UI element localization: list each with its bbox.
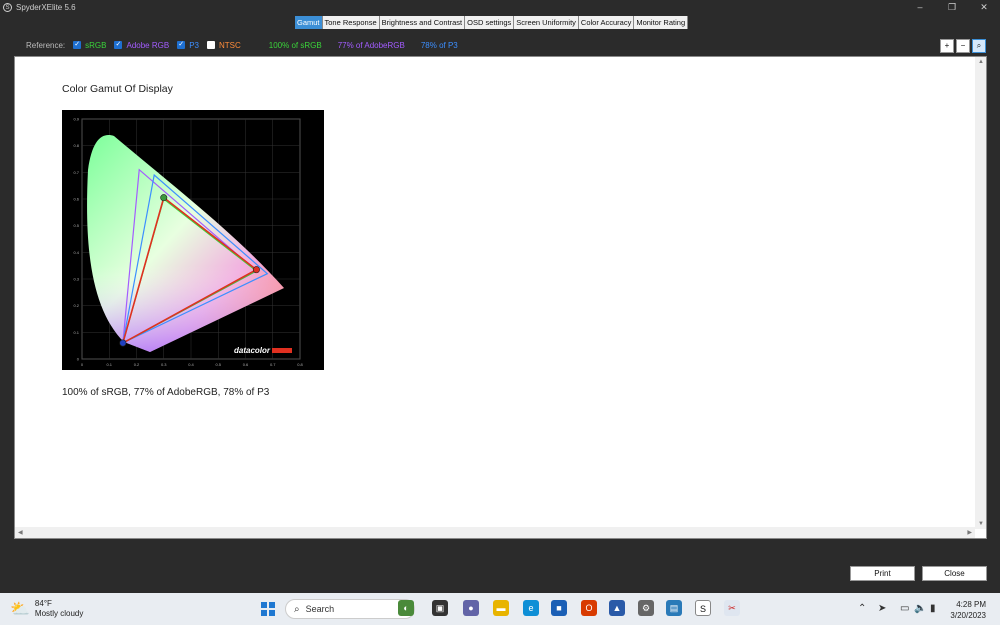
ntsc-checkbox[interactable] <box>206 41 215 49</box>
office-icon[interactable]: O <box>581 600 597 616</box>
p3-coverage: 78% of P3 <box>420 40 458 50</box>
spyder-app-icon[interactable]: S <box>695 600 711 616</box>
zoom-fit-icon[interactable]: ⌕ <box>972 39 986 53</box>
weather-text: Mostly cloudy <box>34 609 84 618</box>
y-tick-label: 0 <box>77 357 80 362</box>
title-bar: S SpyderXElite 5.6 – ❐ ✕ <box>0 0 1000 14</box>
tab-color-accuracy[interactable]: Color Accuracy <box>578 16 635 29</box>
reference-bar: Reference: ✓ sRGB ✓ Adobe RGB ✓ P3 NTSC … <box>26 38 458 52</box>
report-panel: Color Gamut Of Display 0 0.1 0.2 0.3 0.4… <box>14 56 987 539</box>
taskbar: ⛅ 84°F Mostly cloudy ⌕ Search ◐ ▣ ● ▬ e … <box>0 593 1000 625</box>
chat-icon[interactable]: ● <box>463 600 479 616</box>
x-tick-label: 0.8 <box>297 362 303 367</box>
search-icon: ⌕ <box>294 603 300 615</box>
close-button[interactable]: Close <box>922 566 987 581</box>
ntsc-label: NTSC <box>218 40 241 50</box>
settings-gear-icon[interactable]: ⚙ <box>638 600 654 616</box>
search-label: Search <box>305 604 335 614</box>
y-tick-label: 0.6 <box>73 197 79 202</box>
y-tick-label: 0.1 <box>73 330 79 335</box>
y-tick-label: 0.5 <box>73 223 79 228</box>
tab-osd-settings[interactable]: OSD settings <box>465 16 515 29</box>
chevron-up-icon[interactable]: ⌃ <box>858 603 866 614</box>
scroll-right-icon[interactable]: ▶ <box>967 529 972 536</box>
time: 4:28 PM <box>956 600 986 609</box>
x-tick-label: 0.1 <box>106 362 112 367</box>
adobe-rgb-label: Adobe RGB <box>126 40 170 50</box>
store-icon[interactable]: ■ <box>551 600 567 616</box>
zoom-out-icon[interactable]: − <box>956 39 970 53</box>
temperature: 84°F <box>34 599 52 608</box>
tab-monitor-rating[interactable]: Monitor Rating <box>634 16 689 29</box>
srgb-coverage: 100% of sRGB <box>268 40 322 50</box>
y-tick-label: 0.2 <box>73 303 79 308</box>
network-icon[interactable]: ▭ <box>900 603 909 614</box>
weather-widget[interactable]: ⛅ 84°F Mostly cloudy <box>10 599 83 619</box>
y-tick-label: 0.8 <box>73 143 79 148</box>
file-explorer-icon[interactable]: ▬ <box>493 600 509 616</box>
primary-point <box>119 339 127 347</box>
tab-tone-response[interactable]: Tone Response <box>322 16 380 29</box>
volume-icon[interactable]: 🔈 <box>914 603 926 614</box>
tab-bar: Gamut Tone Response Brightness and Contr… <box>295 16 689 29</box>
x-tick-label: 0.6 <box>243 362 249 367</box>
search-box[interactable]: ⌕ Search <box>285 599 415 619</box>
window-title: SpyderXElite 5.6 <box>16 2 76 12</box>
srgb-checkbox[interactable]: ✓ <box>73 41 82 49</box>
maximize-button[interactable]: ❐ <box>936 0 968 14</box>
globe-icon[interactable]: ◐ <box>398 600 414 616</box>
x-tick-label: 0.2 <box>134 362 140 367</box>
srgb-label: sRGB <box>85 40 107 50</box>
adobe-coverage: 77% of AdobeRGB <box>337 40 405 50</box>
x-tick-label: 0.5 <box>215 362 221 367</box>
y-tick-label: 0.3 <box>73 277 79 282</box>
gamut-chart: 0 0.1 0.2 0.3 0.4 0.5 0.6 0.7 0.8 0.9 0.8 0.7 0.6 0.5… <box>62 110 324 370</box>
scroll-left-icon[interactable]: ◀ <box>18 529 23 536</box>
battery-icon[interactable]: ▮ <box>930 603 936 614</box>
primary-point <box>160 194 168 202</box>
reference-label: Reference: <box>26 40 66 50</box>
zoom-in-icon[interactable]: + <box>940 39 954 53</box>
cloud-sun-icon: ⛅ <box>10 601 30 618</box>
app-logo-icon: S <box>3 2 12 12</box>
windows-start-icon[interactable] <box>261 602 275 616</box>
datacolor-logo: datacolor <box>234 346 271 355</box>
scroll-down-icon[interactable]: ▼ <box>978 521 984 527</box>
task-view-icon[interactable]: ▣ <box>432 600 448 616</box>
gamut-heading: Color Gamut Of Display <box>62 83 173 95</box>
p3-label: P3 <box>189 40 199 50</box>
datacolor-logo-bar <box>272 348 292 353</box>
tab-brightness-contrast[interactable]: Brightness and Contrast <box>379 16 466 29</box>
gamut-result: 100% of sRGB, 77% of AdobeRGB, 78% of P3 <box>62 387 270 398</box>
snipping-tool-icon[interactable]: ✂ <box>724 600 740 616</box>
adobe-rgb-checkbox[interactable]: ✓ <box>114 41 123 49</box>
x-tick-label: 0.7 <box>270 362 276 367</box>
y-tick-label: 0.7 <box>73 170 79 175</box>
x-tick-label: 0.4 <box>188 362 194 367</box>
scroll-up-icon[interactable]: ▲ <box>978 59 984 65</box>
tab-gamut[interactable]: Gamut <box>295 16 323 29</box>
x-tick-label: 0 <box>81 362 84 367</box>
primary-point <box>252 266 260 274</box>
p3-checkbox[interactable]: ✓ <box>177 41 186 49</box>
close-window-button[interactable]: ✕ <box>968 0 1000 14</box>
y-tick-label: 0.4 <box>73 250 79 255</box>
clock[interactable]: 4:28 PM 3/20/2023 <box>950 599 986 621</box>
print-button[interactable]: Print <box>850 566 915 581</box>
edge-icon[interactable]: e <box>523 600 539 616</box>
date: 3/20/2023 <box>950 611 986 620</box>
app-icon-1[interactable]: ▲ <box>609 600 625 616</box>
location-icon[interactable]: ➤ <box>878 603 886 614</box>
vertical-scrollbar[interactable]: ▲ ▼ <box>975 57 986 529</box>
tab-screen-uniformity[interactable]: Screen Uniformity <box>514 16 579 29</box>
app-icon-2[interactable]: ▤ <box>666 600 682 616</box>
y-tick-label: 0.9 <box>73 117 79 122</box>
minimize-button[interactable]: – <box>904 0 936 14</box>
gamut-chart-svg: 0 0.1 0.2 0.3 0.4 0.5 0.6 0.7 0.8 0.9 0.8 0.7 0.6 0.5… <box>73 117 303 368</box>
x-tick-label: 0.3 <box>161 362 167 367</box>
horizontal-scrollbar[interactable]: ◀ ▶ <box>15 527 975 538</box>
